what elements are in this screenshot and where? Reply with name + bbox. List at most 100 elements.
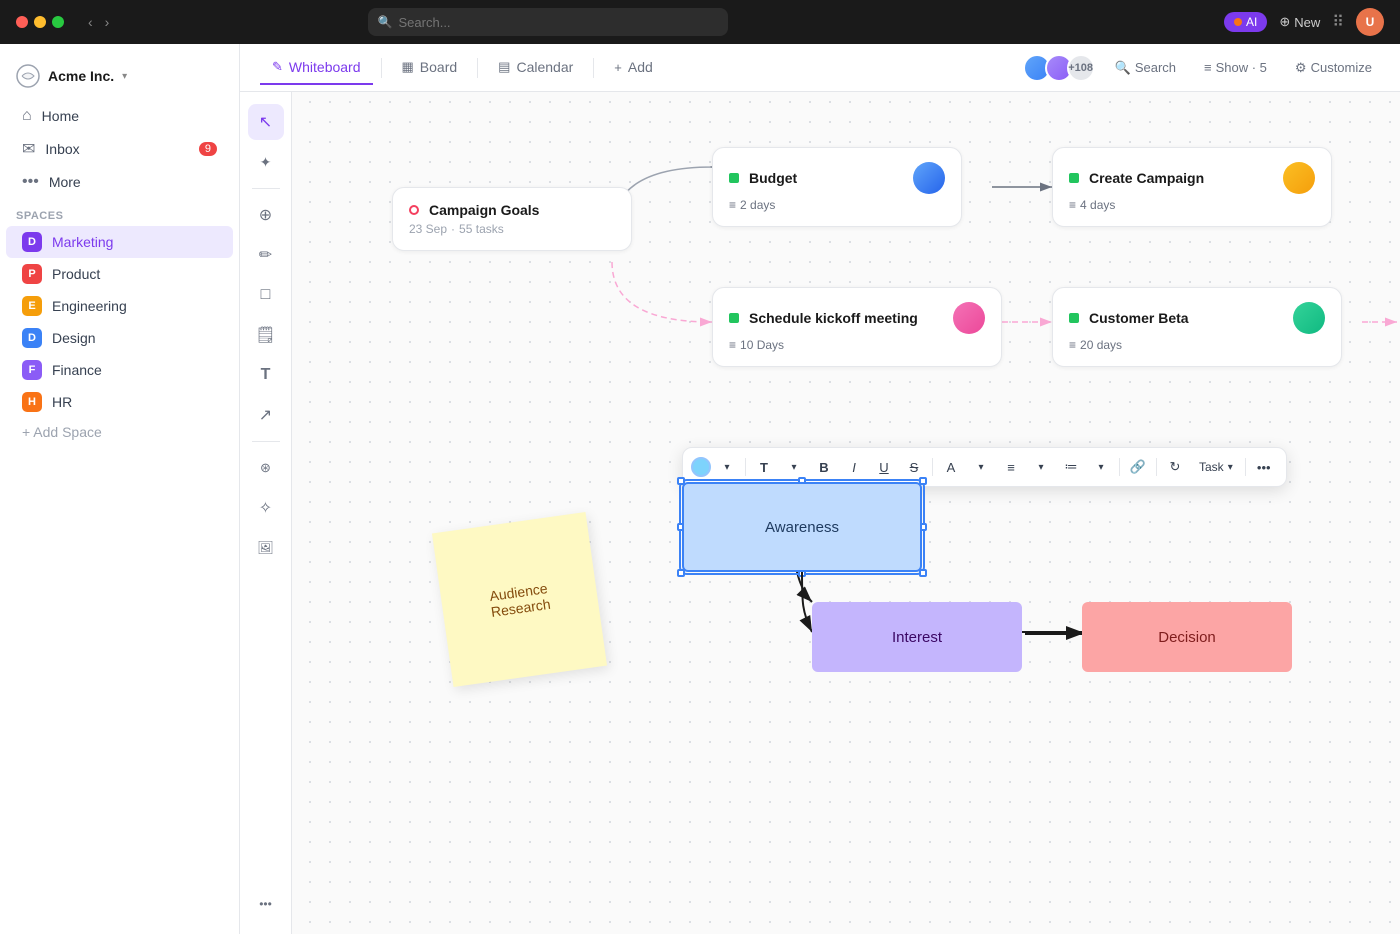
create-campaign-avatar — [1283, 162, 1315, 194]
budget-days: ≡ 2 days — [729, 198, 945, 212]
ft-strikethrough[interactable]: S — [900, 453, 928, 481]
tool-sticky[interactable]: 🗒 — [248, 317, 284, 353]
tool-sparkle[interactable]: ✧ — [248, 490, 284, 526]
shape-decision[interactable]: Decision — [1082, 602, 1292, 672]
space-item-hr[interactable]: H HR — [6, 386, 233, 418]
space-item-finance[interactable]: F Finance — [6, 354, 233, 386]
customer-beta-indicator — [1069, 313, 1079, 323]
space-item-design[interactable]: D Design — [6, 322, 233, 354]
ft-font-color[interactable]: A — [937, 453, 965, 481]
tl-green[interactable] — [52, 16, 64, 28]
sticky-audience-research[interactable]: Audience Research — [432, 512, 607, 687]
tab-whiteboard[interactable]: ✎ Whiteboard — [260, 51, 373, 85]
nav-back[interactable]: ‹ — [84, 12, 97, 32]
space-item-engineering[interactable]: E Engineering — [6, 290, 233, 322]
customer-beta-days-icon: ≡ — [1069, 338, 1076, 352]
schedule-kickoff-days-icon: ≡ — [729, 338, 736, 352]
space-item-product[interactable]: P Product — [6, 258, 233, 290]
grid-icon[interactable]: ⠿ — [1332, 12, 1344, 32]
nav-arrows: ‹ › — [84, 12, 113, 32]
budget-days-icon: ≡ — [729, 198, 736, 212]
tool-text[interactable]: T — [248, 357, 284, 393]
header-right: +108 🔍 Search ≡ Show · 5 ⚙ Customize — [1023, 54, 1380, 82]
sidebar-item-more[interactable]: ••• More — [6, 166, 233, 198]
user-avatar-top[interactable]: U — [1356, 8, 1384, 36]
ft-italic[interactable]: I — [840, 453, 868, 481]
tl-yellow[interactable] — [34, 16, 46, 28]
ft-text-size[interactable]: T — [750, 453, 778, 481]
tool-divider-1 — [252, 188, 280, 189]
tab-calendar[interactable]: ▤ Calendar — [486, 51, 585, 85]
tool-globe[interactable]: ⊕ — [248, 197, 284, 233]
tool-mindmap[interactable]: ⊛ — [248, 450, 284, 486]
sidebar-item-home[interactable]: ⌂ Home — [6, 100, 233, 132]
canvas: Campaign Goals 23 Sep · 55 tasks Budget — [292, 92, 1400, 934]
nav-forward[interactable]: › — [101, 12, 114, 32]
whiteboard-canvas[interactable]: ↖ ✦ ⊕ ✏ □ 🗒 T ↗ ⊛ ✧ 🖼 ••• — [240, 92, 1400, 934]
tool-pen[interactable]: ✏ — [248, 237, 284, 273]
tool-connector[interactable]: ↗ — [248, 397, 284, 433]
home-label: Home — [42, 108, 79, 124]
sidebar-item-inbox[interactable]: ✉ Inbox 9 — [6, 132, 233, 166]
ft-align-chevron[interactable]: ▾ — [1027, 453, 1055, 481]
tool-rect[interactable]: □ — [248, 277, 284, 313]
ft-link[interactable]: 🔗 — [1124, 453, 1152, 481]
show-icon: ≡ — [1204, 60, 1212, 75]
top-search-input[interactable] — [399, 15, 718, 30]
inbox-label: Inbox — [45, 141, 79, 157]
workspace-header[interactable]: Acme Inc. ▾ — [0, 56, 239, 100]
ai-button[interactable]: AI — [1224, 12, 1267, 32]
customer-beta-avatar — [1293, 302, 1325, 334]
ft-color-picker[interactable] — [691, 457, 711, 477]
card-budget[interactable]: Budget ≡ 2 days — [712, 147, 962, 227]
show-header-btn[interactable]: ≡ Show · 5 — [1196, 56, 1275, 79]
interest-label: Interest — [892, 629, 942, 646]
top-search-bar[interactable]: 🔍 — [368, 8, 728, 36]
add-icon: + — [614, 60, 622, 75]
workspace-chevron: ▾ — [122, 71, 127, 82]
new-button[interactable]: ⊕ New — [1279, 14, 1320, 30]
card-campaign-goals[interactable]: Campaign Goals 23 Sep · 55 tasks — [392, 187, 632, 251]
shape-awareness-wrapper[interactable]: Awareness — [682, 482, 922, 572]
create-campaign-avatar-wrap — [1283, 162, 1315, 194]
search-header-btn[interactable]: 🔍 Search — [1107, 56, 1184, 80]
space-dot-product: P — [22, 264, 42, 284]
space-label-marketing: Marketing — [52, 234, 113, 250]
schedule-kickoff-avatar — [953, 302, 985, 334]
search-icon-top: 🔍 — [378, 15, 393, 29]
avatar-count[interactable]: +108 — [1067, 54, 1095, 82]
campaign-goals-indicator — [409, 205, 419, 215]
shape-awareness[interactable]: Awareness — [682, 482, 922, 572]
tool-ai[interactable]: ✦ — [248, 144, 284, 180]
top-bar: ‹ › 🔍 AI ⊕ New ⠿ U — [0, 0, 1400, 44]
ft-task-btn[interactable]: Task ▾ — [1191, 456, 1241, 478]
ft-chevron[interactable]: ▾ — [713, 453, 741, 481]
tab-add[interactable]: + Add — [602, 51, 665, 85]
tool-more[interactable]: ••• — [248, 886, 284, 922]
add-space-button[interactable]: + Add Space — [6, 418, 233, 446]
ft-align[interactable]: ≡ — [997, 453, 1025, 481]
ft-text-chevron[interactable]: ▾ — [780, 453, 808, 481]
shape-interest[interactable]: Interest — [812, 602, 1022, 672]
inbox-icon: ✉ — [22, 139, 35, 159]
tl-red[interactable] — [16, 16, 28, 28]
ft-divider-3 — [1119, 458, 1120, 476]
tool-select[interactable]: ↖ — [248, 104, 284, 140]
card-customer-beta[interactable]: Customer Beta ≡ 20 days — [1052, 287, 1342, 367]
customize-header-btn[interactable]: ⚙ Customize — [1287, 56, 1380, 80]
ft-list[interactable]: ≔ — [1057, 453, 1085, 481]
card-schedule-kickoff[interactable]: Schedule kickoff meeting ≡ 10 Days — [712, 287, 1002, 367]
tab-divider-2 — [477, 58, 478, 78]
ft-bold[interactable]: B — [810, 453, 838, 481]
ft-more[interactable]: ••• — [1250, 453, 1278, 481]
ft-list-chevron[interactable]: ▾ — [1087, 453, 1115, 481]
ft-refresh[interactable]: ↻ — [1161, 453, 1189, 481]
tool-image[interactable]: 🖼 — [248, 530, 284, 566]
ft-font-chevron[interactable]: ▾ — [967, 453, 995, 481]
card-create-campaign[interactable]: Create Campaign ≡ 4 days — [1052, 147, 1332, 227]
search-header-icon: 🔍 — [1115, 60, 1131, 76]
campaign-goals-date: 23 Sep — [409, 222, 447, 236]
ft-underline[interactable]: U — [870, 453, 898, 481]
space-item-marketing[interactable]: D Marketing — [6, 226, 233, 258]
tab-board[interactable]: ▦ Board — [390, 51, 470, 85]
